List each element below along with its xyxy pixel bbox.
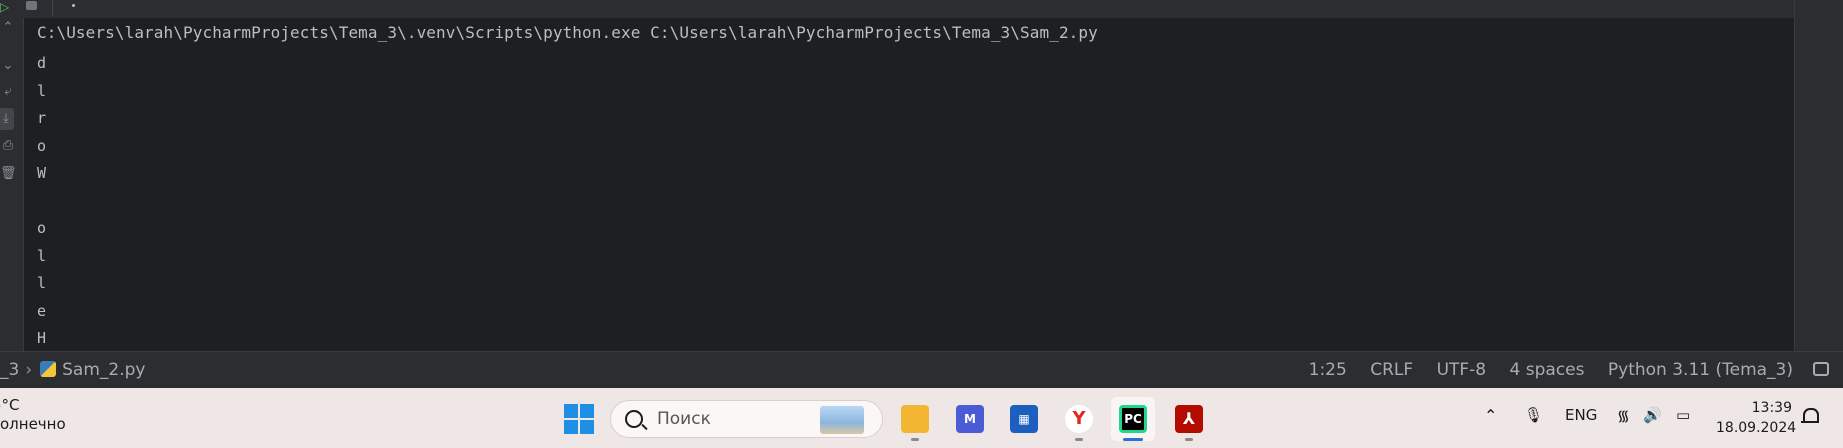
breadcrumb: _3 › Sam_2.py [0,360,145,380]
output-line: o [37,219,47,237]
clock-time: 13:39 [1751,400,1792,416]
acrobat-icon: ⅄ [1175,405,1203,433]
console-toolbar: ⌃ ⌄ ⤶ ⤓ ⎙ 🗑 [0,18,24,351]
print-icon[interactable]: ⎙ [0,138,16,154]
read-only-lock-icon[interactable] [1813,362,1829,376]
output-line: d [37,54,47,72]
output-line: H [37,329,47,347]
file-encoding[interactable]: UTF-8 [1437,360,1487,380]
caret-position[interactable]: 1:25 [1309,360,1347,380]
output-line: l [37,246,47,265]
line-separator[interactable]: CRLF [1370,360,1413,380]
app-m-button[interactable]: M [948,397,992,441]
status-bar: _3 › Sam_2.py 1:25 CRLF UTF-8 4 spaces Pyt… [0,351,1843,388]
input-language[interactable]: ENG [1565,406,1597,424]
adobe-acrobat-button[interactable]: ⅄ [1167,397,1211,441]
output-line: o [37,136,47,155]
output-line: e [37,301,47,320]
windows-start-icon[interactable] [564,404,594,434]
notification-bell-icon[interactable] [1801,408,1819,426]
output-line: r [37,109,47,127]
weather-temperature: 5°C [0,396,20,414]
arrow-up-icon[interactable]: ⌃ [0,20,16,36]
running-indicator [1185,438,1193,441]
output-line: l [37,81,47,100]
breadcrumb-file[interactable]: Sam_2.py [62,360,145,380]
running-indicator [1075,438,1083,441]
output-line: W [37,164,47,182]
battery-icon[interactable]: ▭ [1676,406,1690,424]
volume-icon[interactable]: 🔊 [1643,406,1662,424]
chevron-right-icon: › [25,360,33,380]
pycharm-icon: PC [1119,405,1147,433]
scroll-to-end-icon[interactable]: ⤓ [0,108,14,130]
search-icon [625,410,643,428]
run-console[interactable]: C:\Users\larah\PycharmProjects\Tema_3\.v… [24,18,1794,351]
store-icon: ▦ [1010,405,1038,433]
more-options-icon[interactable] [72,4,75,7]
console-output: d l r o W o l l e H [37,50,46,351]
indent-setting[interactable]: 4 spaces [1510,360,1585,380]
windows-taskbar: 5°C олнечно Поиск M ▦ Y PC ⅄ ⌃ 🎙 ENG ᯾ 🔊… [0,388,1843,448]
search-highlight-image [820,406,864,434]
m-app-icon: M [956,405,984,433]
folder-icon [901,405,929,433]
run-command: C:\Users\larah\PycharmProjects\Tema_3\.v… [37,23,1098,42]
status-widgets: 1:25 CRLF UTF-8 4 spaces Python 3.11 (Te… [1291,360,1793,380]
microsoft-store-button[interactable]: ▦ [1002,397,1046,441]
wifi-icon[interactable]: ᯾ [1617,406,1630,426]
stop-icon[interactable] [26,1,37,10]
running-indicator [911,438,919,441]
yandex-browser-button[interactable]: Y [1057,397,1101,441]
clear-all-icon[interactable]: 🗑 [0,166,17,182]
python-interpreter[interactable]: Python 3.11 (Tema_3) [1608,360,1793,380]
weather-widget[interactable]: 5°C олнечно [0,396,66,434]
clock-date: 18.09.2024 [1716,420,1797,436]
search-placeholder: Поиск [657,409,711,429]
breadcrumb-project[interactable]: _3 [0,360,19,380]
microphone-icon[interactable]: 🎙 [1524,406,1543,424]
file-explorer-button[interactable] [893,397,937,441]
system-clock[interactable]: 13:39 18.09.2024 [1716,398,1797,438]
toolbar-divider [52,0,53,16]
chevron-up-icon[interactable]: ⌃ [1484,406,1497,425]
arrow-down-icon[interactable]: ⌄ [0,58,16,74]
taskbar-search[interactable]: Поиск [610,400,883,438]
output-line: l [37,274,47,292]
python-file-icon [40,361,57,377]
pycharm-button[interactable]: PC [1111,397,1155,441]
run-toolbar: ▷ [0,0,1843,18]
weather-description: олнечно [0,415,66,433]
soft-wrap-icon[interactable]: ⤶ [0,84,16,100]
right-tool-strip [1794,0,1843,351]
rerun-icon[interactable]: ▷ [0,1,9,13]
active-indicator [1123,438,1143,441]
yandex-icon: Y [1065,405,1093,433]
